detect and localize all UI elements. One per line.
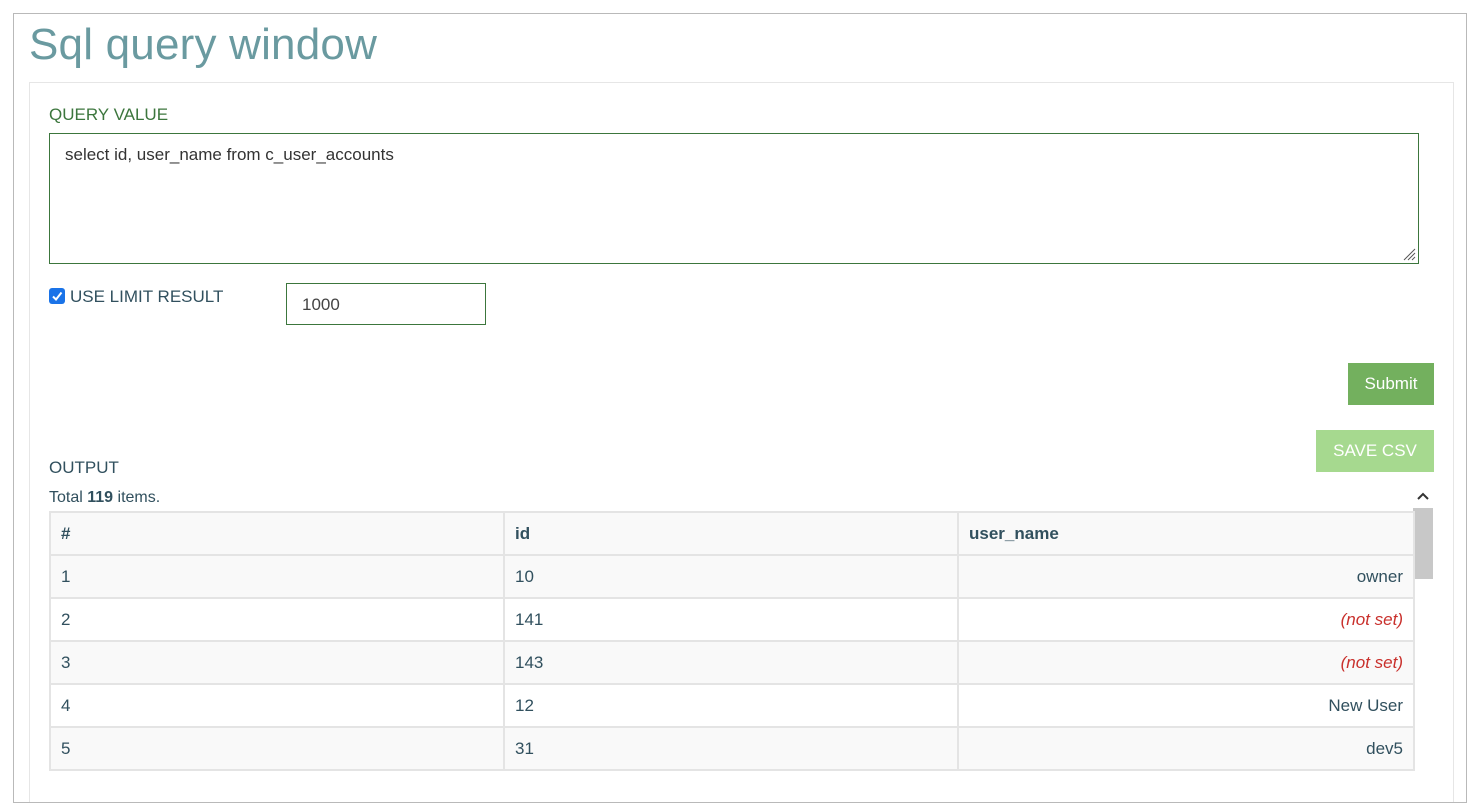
table-row: 3 143 (not set) (49, 640, 1415, 685)
use-limit-label[interactable]: USE LIMIT RESULT (70, 287, 223, 307)
cell-id: 141 (503, 597, 959, 642)
cell-id: 12 (503, 683, 959, 728)
column-header-num[interactable]: # (49, 511, 505, 556)
cell-user-name: owner (957, 554, 1415, 599)
column-header-user-name[interactable]: user_name (957, 511, 1415, 556)
cell-num: 2 (49, 597, 505, 642)
table-row: 2 141 (not set) (49, 597, 1415, 642)
cell-user-name: dev5 (957, 726, 1415, 771)
cell-id: 10 (503, 554, 959, 599)
use-limit-checkbox[interactable] (49, 288, 65, 304)
table-row: 5 31 dev5 (49, 726, 1415, 771)
query-label: QUERY VALUE (49, 105, 169, 124)
total-suffix: items. (117, 489, 161, 506)
total-count: Total 119 items. (49, 489, 160, 507)
total-number: 119 (87, 489, 114, 506)
total-prefix: Total (49, 489, 83, 506)
cell-user-name: (not set) (957, 597, 1415, 642)
limit-value: 1000 (302, 295, 340, 314)
cell-user-name: (not set) (957, 640, 1415, 685)
chevron-up-icon[interactable] (1413, 486, 1433, 506)
scrollbar-thumb[interactable] (1413, 508, 1433, 579)
table-row: 4 12 New User (49, 683, 1415, 728)
check-icon (52, 291, 63, 302)
cell-id: 31 (503, 726, 959, 771)
limit-input[interactable]: 1000 (286, 283, 486, 325)
query-textarea[interactable]: select id, user_name from c_user_account… (49, 133, 1419, 264)
results-table: # id user_name 1 10 owner 2 141 (not set… (49, 511, 1415, 771)
app-frame: Sql query window QUERY VALUE select id, … (13, 13, 1467, 803)
resize-grip-icon[interactable] (1402, 247, 1416, 261)
save-csv-button[interactable]: SAVE CSV (1316, 430, 1434, 472)
submit-button[interactable]: Submit (1348, 363, 1434, 405)
output-label: OUTPUT (49, 458, 119, 477)
cell-num: 1 (49, 554, 505, 599)
table-header-row: # id user_name (49, 511, 1415, 556)
cell-user-name: New User (957, 683, 1415, 728)
cell-num: 3 (49, 640, 505, 685)
query-panel: QUERY VALUE select id, user_name from c_… (29, 82, 1454, 802)
query-text: select id, user_name from c_user_account… (65, 145, 394, 164)
cell-num: 5 (49, 726, 505, 771)
page-title: Sql query window (29, 20, 378, 69)
cell-num: 4 (49, 683, 505, 728)
column-header-id[interactable]: id (503, 511, 959, 556)
cell-id: 143 (503, 640, 959, 685)
table-row: 1 10 owner (49, 554, 1415, 599)
